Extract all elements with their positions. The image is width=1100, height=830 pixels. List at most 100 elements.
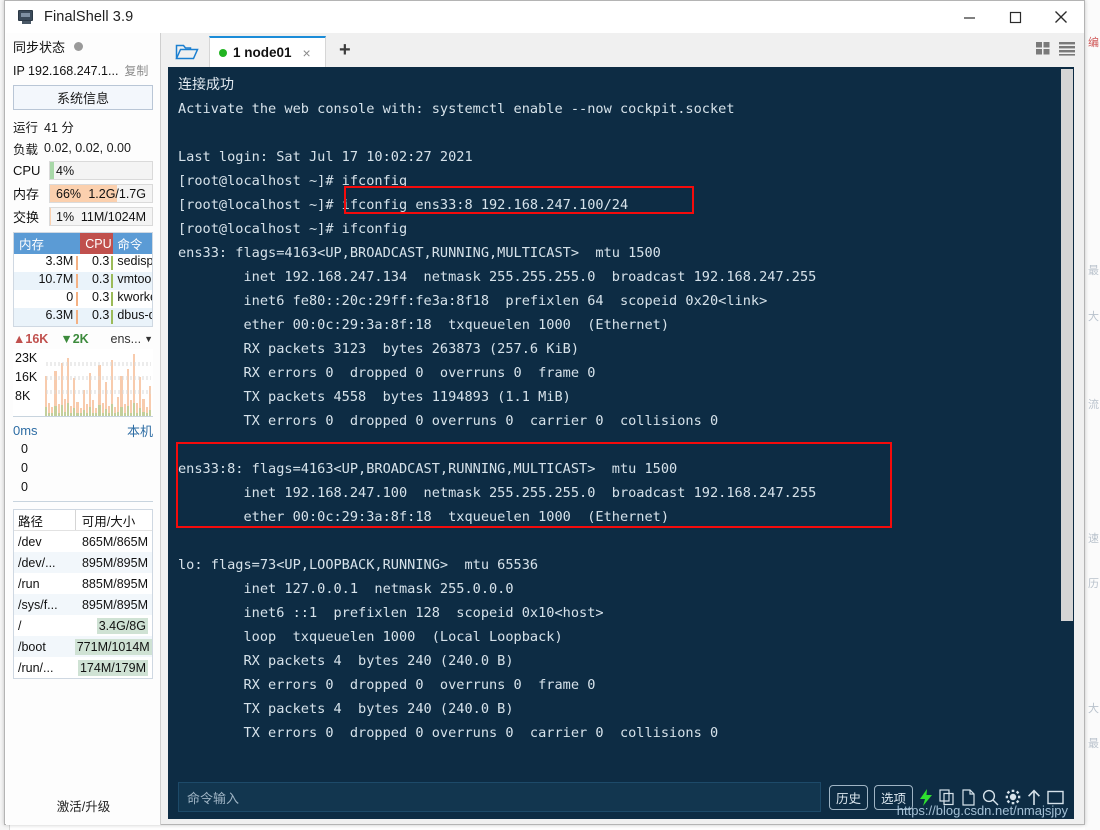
load-row: 负载 0.02, 0.02, 0.00 bbox=[6, 137, 160, 159]
network-bar bbox=[107, 405, 110, 416]
terminal-line: ens33: flags=4163<UP,BROADCAST,RUNNING,M… bbox=[178, 245, 661, 261]
terminal-line: [root@localhost ~]# ifconfig bbox=[178, 173, 408, 189]
stat-text: 1% 11M/1024M bbox=[56, 209, 146, 224]
net-y-label: 16K bbox=[15, 370, 38, 384]
disk-row: /run 885M/895M bbox=[14, 573, 152, 594]
minimize-button[interactable] bbox=[946, 1, 992, 33]
terminal-output: 连接成功 Activate the web console with: syste… bbox=[168, 67, 1060, 775]
stat-bar: 66% 1.2G/1.7G bbox=[49, 184, 153, 203]
stat-text: 4% bbox=[56, 163, 75, 178]
disk-size: 865M/865M bbox=[81, 534, 148, 549]
disk-row: /dev/... 895M/895M bbox=[14, 552, 152, 573]
background-ghost-item: 大 bbox=[1088, 703, 1099, 715]
network-bar bbox=[101, 403, 104, 416]
disk-row: /dev 865M/865M bbox=[14, 531, 152, 552]
up-arrow-icon: ▲ bbox=[13, 332, 26, 346]
network-bar bbox=[114, 406, 117, 416]
chart-grid bbox=[45, 357, 151, 403]
tab-status-icon bbox=[219, 48, 227, 57]
stat-key: 内存 bbox=[13, 187, 40, 202]
tab-node01[interactable]: 1 node01 × bbox=[209, 36, 326, 67]
layout-buttons bbox=[1036, 41, 1076, 61]
network-interface-selector[interactable]: ens... ▼ bbox=[111, 332, 154, 346]
system-info-sidebar: 同步状态 IP 192.168.247.1... 复制 系统信息 运行 41 分… bbox=[6, 33, 161, 825]
latency-host-label: 本机 bbox=[126, 424, 153, 439]
process-col-mem: 内存 bbox=[14, 233, 81, 254]
latency-chart: 0 0 0 bbox=[13, 440, 153, 502]
background-ghost-item: 大 bbox=[1088, 311, 1099, 323]
network-bar bbox=[70, 405, 73, 416]
network-traffic-chart: 23K 16K 8K bbox=[13, 349, 153, 417]
disk-size: 3.4G/8G bbox=[96, 617, 148, 634]
disk-row: / 3.4G/8G bbox=[14, 615, 152, 636]
terminal-line: inet6 ::1 prefixlen 128 scopeid 0x10<hos… bbox=[178, 605, 604, 621]
terminal-line: [root@localhost ~]# ifconfig ens33:8 192… bbox=[178, 197, 629, 213]
latency-y-label: 0 bbox=[21, 480, 28, 494]
stat-bar: 1% 11M/1024M bbox=[49, 207, 153, 226]
network-bar bbox=[85, 404, 88, 416]
uptime-value: 41 分 bbox=[44, 120, 74, 135]
network-bar bbox=[48, 403, 51, 416]
background-ghost-item: 历 bbox=[1088, 578, 1099, 590]
maximize-button[interactable] bbox=[992, 1, 1038, 33]
uptime-key: 运行 bbox=[13, 120, 39, 135]
background-ghost-item: 最 bbox=[1088, 738, 1099, 750]
sync-status-label: 同步状态 bbox=[13, 39, 66, 55]
network-upload-label: ▲16K bbox=[13, 332, 49, 346]
terminal-line: TX packets 4 bytes 240 (240.0 B) bbox=[178, 701, 514, 717]
activate-upgrade-link[interactable]: 激活/升级 bbox=[6, 796, 161, 815]
disk-size: 895M/895M bbox=[81, 555, 148, 570]
network-bar bbox=[136, 403, 139, 416]
list-view-icon[interactable] bbox=[1059, 41, 1076, 61]
disk-table-header: 路径 可用/大小 bbox=[14, 510, 152, 531]
load-value: 0.02, 0.02, 0.00 bbox=[44, 141, 131, 155]
disk-row: /sys/f... 895M/895M bbox=[14, 594, 152, 615]
stat-key: 交换 bbox=[13, 210, 40, 225]
terminal-line: ens33:8: flags=4163<UP,BROADCAST,RUNNING… bbox=[178, 461, 678, 477]
new-tab-button[interactable]: + bbox=[339, 40, 351, 60]
network-bar bbox=[145, 406, 148, 416]
disk-size: 895M/895M bbox=[81, 597, 148, 612]
background-ghost-item: 最 bbox=[1088, 265, 1099, 277]
history-button[interactable]: 历史 bbox=[828, 784, 868, 810]
system-info-button[interactable]: 系统信息 bbox=[13, 85, 153, 110]
terminal-line: TX errors 0 dropped 0 overruns 0 carrier… bbox=[178, 413, 719, 429]
terminal-line: inet6 fe80::20c:29ff:fe3a:8f18 prefixlen… bbox=[178, 293, 768, 309]
grid-view-icon[interactable] bbox=[1036, 41, 1052, 61]
terminal-line: RX errors 0 dropped 0 overruns 0 frame 0 bbox=[178, 365, 596, 381]
network-bar bbox=[79, 407, 82, 416]
process-col-cpu: CPU bbox=[80, 233, 114, 254]
watermark-text: https://blog.csdn.net/nmajsjpy bbox=[896, 803, 1068, 818]
open-folder-icon[interactable] bbox=[170, 38, 204, 64]
command-input-placeholder: 命令输入 bbox=[187, 791, 240, 807]
command-input[interactable]: 命令输入 bbox=[178, 782, 821, 812]
load-key: 负载 bbox=[13, 142, 39, 157]
tab-bar: 1 node01 × + bbox=[161, 33, 1084, 67]
terminal-line: lo: flags=73<UP,LOOPBACK,RUNNING> mtu 65… bbox=[178, 557, 539, 573]
uptime-row: 运行 41 分 bbox=[6, 115, 160, 137]
terminal-console[interactable]: 连接成功 Activate the web console with: syste… bbox=[168, 67, 1074, 819]
terminal-scrollbar[interactable] bbox=[1060, 67, 1074, 775]
scrollbar-thumb[interactable] bbox=[1061, 69, 1073, 621]
tab-label: 1 node01 bbox=[233, 45, 292, 60]
disk-path: /boot bbox=[18, 639, 46, 654]
terminal-line: RX packets 4 bytes 240 (240.0 B) bbox=[178, 653, 514, 669]
title-bar: FinalShell 3.9 bbox=[5, 1, 1084, 33]
tab-close-icon[interactable]: × bbox=[303, 45, 311, 61]
copy-ip-button[interactable]: 复制 bbox=[124, 62, 148, 79]
process-row: 00.3kworker bbox=[14, 290, 152, 308]
disk-path: /run bbox=[18, 576, 40, 591]
process-row: 10.7M0.3vmtools bbox=[14, 272, 152, 290]
app-title: FinalShell 3.9 bbox=[44, 9, 134, 25]
terminal-line: ether 00:0c:29:3a:8f:18 txqueuelen 1000 … bbox=[178, 317, 670, 333]
latency-y-label: 0 bbox=[21, 442, 28, 456]
terminal-line: ether 00:0c:29:3a:8f:18 txqueuelen 1000 … bbox=[178, 509, 670, 525]
resource-stats: CPU 4% 内存 66% 1.2G/1.7G 交换 1% 11M/1024M bbox=[6, 159, 160, 228]
stat-row-CPU: CPU 4% bbox=[6, 159, 160, 182]
close-button[interactable] bbox=[1038, 1, 1084, 33]
disk-size: 771M/1014M bbox=[74, 638, 152, 655]
chevron-down-icon: ▼ bbox=[144, 334, 153, 344]
sync-status-indicator-icon bbox=[74, 41, 84, 51]
